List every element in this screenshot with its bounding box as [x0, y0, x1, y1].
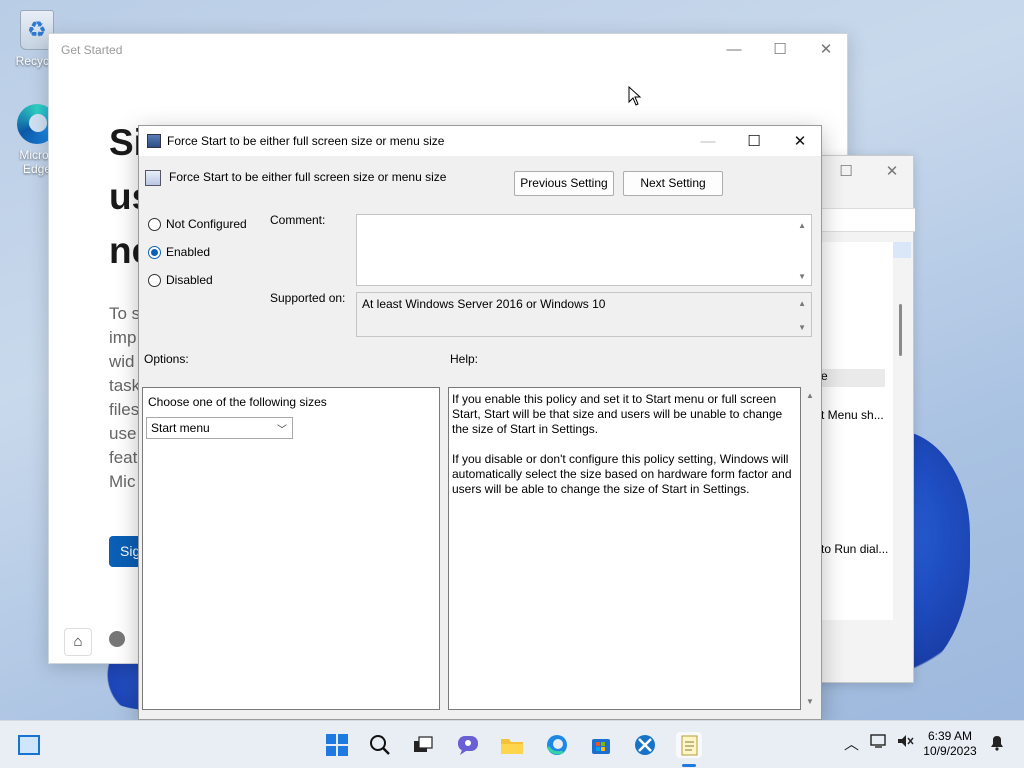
scroll-up-arrow[interactable]: ▲: [806, 391, 814, 400]
notification-bell-icon: [991, 736, 1003, 751]
maximize-button[interactable]: ☐: [757, 34, 803, 64]
size-dropdown[interactable]: Start menu ﹀: [146, 417, 293, 439]
edge-taskbar-button[interactable]: [544, 732, 570, 758]
help-paragraph: If you enable this policy and set it to …: [452, 392, 783, 436]
setting-title: Force Start to be either full screen siz…: [169, 170, 447, 184]
scrollbar-thumb[interactable]: [899, 304, 902, 356]
para-line: To s: [109, 304, 141, 323]
setting-icon: [145, 170, 161, 186]
help-paragraph: If you disable or don't configure this p…: [452, 452, 792, 496]
widgets-button[interactable]: [16, 732, 42, 758]
radio-label: Enabled: [166, 245, 211, 259]
close-button[interactable]: ✕: [869, 156, 915, 186]
active-app-indicator: [682, 764, 696, 767]
para-line: task: [109, 376, 141, 395]
size-dropdown-value: Start menu: [151, 421, 210, 435]
supported-on-field: At least Windows Server 2016 or Windows …: [356, 292, 812, 337]
clock-time: 6:39 AM: [927, 729, 973, 743]
windows-logo-icon: [326, 734, 348, 756]
maximize-button[interactable]: ☐: [823, 156, 869, 186]
scroll-up-arrow[interactable]: ▲: [798, 299, 806, 308]
chat-button[interactable]: [455, 732, 481, 758]
policy-setting-dialog: Force Start to be either full screen siz…: [138, 125, 822, 720]
para-line: use: [109, 424, 137, 443]
minimize-button: —: [700, 132, 716, 150]
task-view-button[interactable]: [410, 732, 436, 758]
folder-icon: [501, 739, 523, 754]
radio-indicator: [148, 217, 161, 231]
para-line: files: [109, 400, 140, 419]
list-item[interactable]: to Run dial...: [821, 542, 888, 556]
window-title: Get Started: [61, 43, 123, 57]
radio-enabled[interactable]: Enabled: [148, 245, 210, 259]
mouse-cursor-icon: [628, 86, 642, 106]
volume-muted-icon[interactable]: [896, 733, 914, 753]
notepad-button[interactable]: [676, 732, 702, 758]
supported-on-value: At least Windows Server 2016 or Windows …: [362, 297, 606, 311]
next-setting-button[interactable]: Next Setting: [623, 171, 723, 196]
para-line: Mic: [109, 472, 136, 491]
minimize-button[interactable]: —: [711, 34, 757, 64]
widgets-icon: [18, 735, 40, 755]
home-icon[interactable]: ⌂: [64, 628, 92, 656]
supported-on-label: Supported on:: [270, 291, 346, 305]
scroll-down-arrow[interactable]: ▼: [798, 272, 806, 281]
list-item[interactable]: t Menu sh...: [821, 408, 884, 422]
task-view-icon: [414, 736, 433, 752]
para-line: imp: [109, 328, 137, 347]
chat-icon: [458, 736, 478, 755]
account-icon[interactable]: [109, 631, 125, 647]
get-started-description: To s imp wid task files use feat Mic: [109, 302, 140, 494]
comment-label: Comment:: [270, 213, 326, 227]
radio-label: Disabled: [166, 273, 213, 287]
radio-indicator: [148, 273, 161, 287]
close-button[interactable]: ✕: [777, 126, 823, 156]
scroll-down-arrow[interactable]: ▼: [806, 697, 814, 706]
scroll-up-arrow[interactable]: ▲: [798, 221, 806, 230]
start-button[interactable]: [325, 734, 349, 756]
close-button[interactable]: ✕: [803, 34, 849, 64]
para-line: wid: [109, 352, 135, 371]
para-line: feat: [109, 448, 138, 467]
options-label: Options:: [144, 352, 189, 366]
help-text: If you enable this policy and set it to …: [452, 392, 798, 512]
chevron-up-icon[interactable]: ︿: [844, 733, 859, 754]
store-button[interactable]: [588, 732, 614, 758]
notification-icon[interactable]: [988, 733, 1006, 755]
toolbar-strip: [807, 208, 915, 232]
edge-icon: [546, 735, 567, 755]
radio-disabled[interactable]: Disabled: [148, 273, 213, 287]
group-policy-editor-window: ☐ ✕ e t Menu sh... to Run dial...: [806, 155, 915, 683]
speaker-icon: [898, 735, 914, 747]
options-panel: Choose one of the following sizes Start …: [142, 387, 440, 710]
radio-indicator: [148, 245, 161, 259]
options-prompt: Choose one of the following sizes: [148, 395, 327, 409]
tool-icon: [635, 735, 655, 755]
notepad-icon: [681, 735, 698, 756]
dialog-title-bar: Force Start to be either full screen siz…: [139, 126, 821, 156]
file-explorer-button[interactable]: [499, 732, 525, 758]
snipping-tool-button[interactable]: [632, 732, 658, 758]
maximize-button[interactable]: ☐: [731, 126, 777, 156]
network-display-icon: [870, 734, 886, 748]
radio-not-configured[interactable]: Not Configured: [148, 217, 247, 231]
comment-textarea[interactable]: ▲ ▼: [356, 214, 812, 286]
chevron-down-icon: ﹀: [277, 425, 287, 436]
network-icon[interactable]: [870, 733, 888, 753]
dialog-window-title: Force Start to be either full screen siz…: [167, 134, 445, 148]
clock-date: 10/9/2023: [923, 744, 977, 758]
search-icon: [370, 735, 390, 755]
search-button[interactable]: [367, 732, 393, 758]
scroll-down-arrow[interactable]: ▼: [798, 323, 806, 332]
help-label: Help:: [450, 352, 479, 366]
radio-label: Not Configured: [166, 217, 247, 231]
system-clock[interactable]: 6:39 AM 10/9/2023: [918, 729, 982, 759]
policy-icon: [147, 134, 161, 148]
store-icon: [592, 739, 610, 754]
previous-setting-button[interactable]: Previous Setting: [514, 171, 614, 196]
